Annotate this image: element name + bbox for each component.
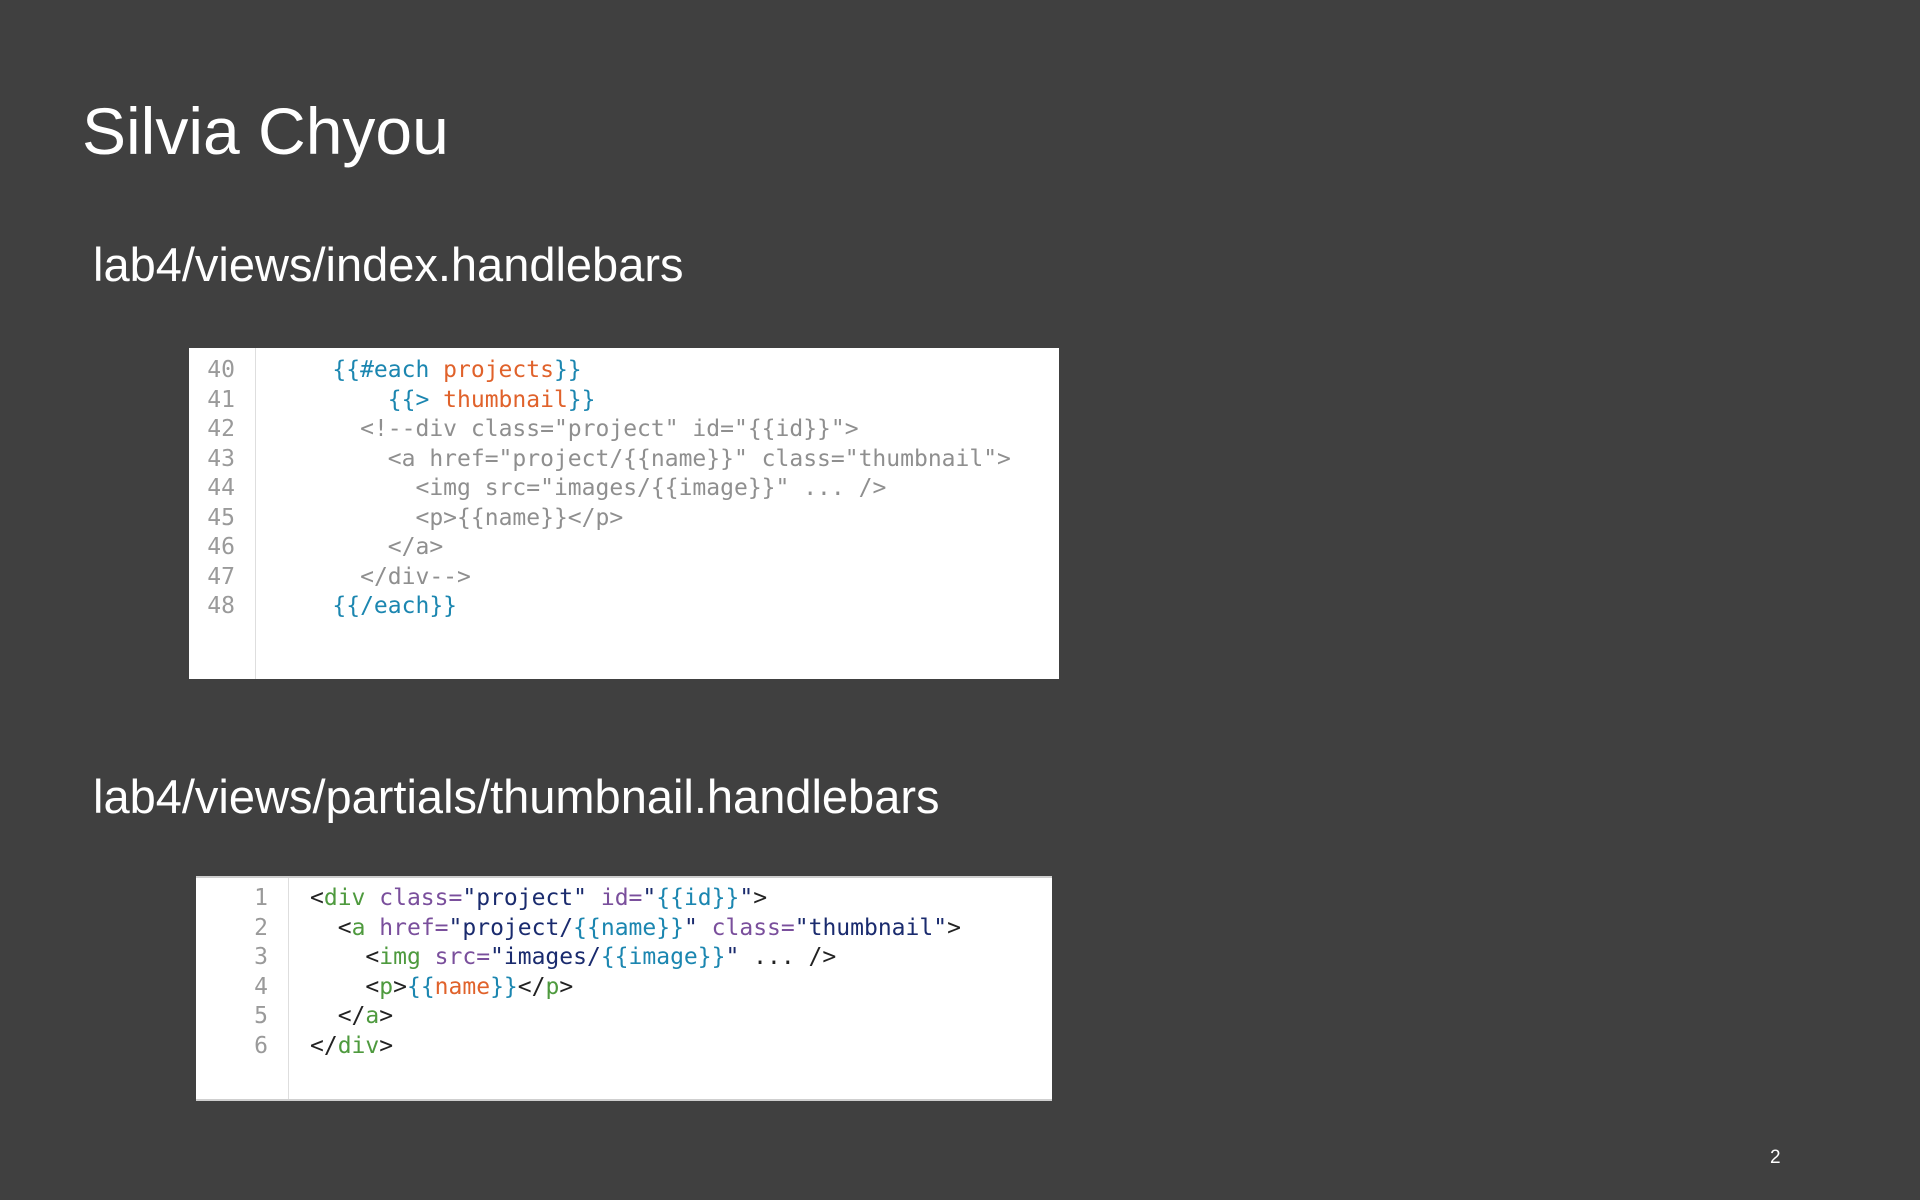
code-token: "project"	[462, 885, 587, 911]
code-token: >	[559, 973, 574, 1000]
code-token: }}	[490, 973, 518, 1000]
code-token: p	[545, 973, 560, 1000]
code-token: div	[337, 1032, 380, 1059]
code-token: projects	[443, 357, 554, 383]
slide-title: Silvia Chyou	[82, 94, 449, 168]
code-token: "	[683, 914, 698, 941]
code-token: p	[379, 973, 394, 1000]
code-token: <	[310, 885, 324, 911]
thumbnail-partial-file-label: lab4/views/partials/thumbnail.handlebars	[93, 770, 940, 823]
index-file-label: lab4/views/index.handlebars	[93, 238, 684, 291]
code-token: ... />	[739, 944, 837, 970]
code-token: {{/each}}	[332, 593, 458, 619]
code-token: }}	[553, 357, 582, 383]
code-token: thumbnail	[443, 386, 568, 413]
code-token: <p>{{name}}</p>	[415, 504, 624, 531]
line-number: 6	[254, 1032, 268, 1059]
code-token: {{>	[387, 386, 444, 413]
code-token: <	[337, 914, 352, 941]
code-token: "	[725, 944, 740, 970]
code-token: >	[393, 973, 407, 1000]
code-token: {{#each	[332, 357, 444, 383]
code-token: {{	[406, 973, 435, 1000]
thumbnail-partial-code-block: 1 <div class="project" id="{{id}}"> 2 <a h…	[196, 876, 1052, 1101]
code-token: id=	[600, 885, 643, 911]
code-token: >	[379, 1003, 394, 1029]
code-token: "thumbnail"	[794, 914, 948, 941]
code-token: </	[517, 973, 546, 1000]
code-token: <	[365, 944, 380, 970]
index-code-block: 40 {{#each projects}} 41 {{> thumbnail}} 4…	[189, 348, 1059, 679]
code-token: a	[351, 914, 366, 941]
code-text: {{/each}}	[277, 588, 457, 624]
code-token: img	[379, 944, 421, 970]
code-token: "	[739, 885, 754, 911]
code-token: >	[947, 914, 961, 941]
code-token: href=	[379, 914, 449, 941]
code-token: "images/	[490, 944, 601, 970]
code-line: 6 </div>	[196, 1028, 1052, 1064]
code-token: >	[379, 1032, 394, 1059]
code-token: "project/	[448, 914, 574, 941]
code-token: "	[642, 885, 657, 911]
code-token: class=	[711, 914, 795, 941]
code-token: <img src="images/{{image}}" ... />	[415, 475, 887, 501]
code-token: <!--div class="project" id="{{id}}">	[360, 416, 859, 442]
code-token: {{image}}	[600, 944, 726, 970]
code-token: {{name}}	[573, 914, 684, 941]
code-token: </div-->	[360, 563, 471, 590]
code-token: src=	[434, 944, 491, 970]
code-token: a	[365, 1003, 380, 1029]
code-text: </div>	[310, 1028, 393, 1064]
code-line: 48 {{/each}}	[189, 588, 1059, 624]
code-token: }}	[567, 386, 596, 413]
code-token: <a href="project/{{name}}" class="thumbn…	[387, 445, 1011, 472]
code-token: {{id}}	[656, 885, 740, 911]
code-token: </	[310, 1032, 338, 1059]
line-number: 48	[207, 593, 235, 619]
code-token: </a>	[387, 534, 444, 560]
code-token: <	[365, 973, 380, 1000]
code-token: div	[323, 885, 366, 911]
code-token: class=	[379, 885, 463, 911]
code-token: >	[753, 885, 768, 911]
code-token: name	[434, 973, 491, 1000]
page-number: 2	[1770, 1147, 1781, 1168]
code-token: </	[337, 1003, 366, 1029]
